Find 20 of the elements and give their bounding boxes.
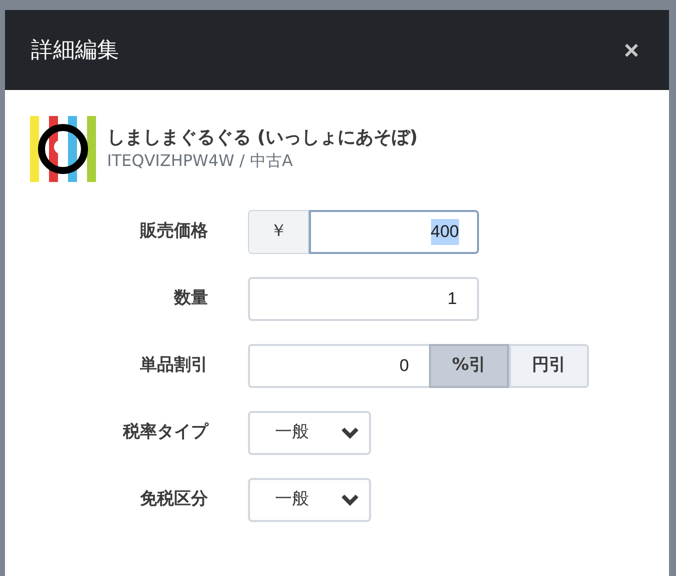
product-thumbnail bbox=[30, 116, 96, 182]
discount-input[interactable]: 0 bbox=[248, 344, 429, 388]
price-input[interactable]: 400 bbox=[309, 210, 479, 254]
close-button[interactable]: × bbox=[624, 37, 639, 63]
dialog-title: 詳細編集 bbox=[31, 36, 119, 64]
select-dropdown[interactable]: 一般 bbox=[248, 478, 371, 522]
product-name: しましまぐるぐる (いっしょにあそぼ) bbox=[107, 126, 418, 150]
chevron-down-icon bbox=[341, 427, 359, 439]
quantity-input[interactable]: 1 bbox=[248, 277, 479, 321]
discount-type-button[interactable]: 円引 bbox=[509, 344, 589, 388]
chevron-down-icon bbox=[341, 494, 359, 506]
currency-prefix: ￥ bbox=[248, 210, 309, 254]
discount-type-button[interactable]: %引 bbox=[429, 344, 509, 388]
field-label: 販売価格 bbox=[138, 220, 208, 244]
field-label: 単品割引 bbox=[139, 354, 208, 378]
field-label: 数量 bbox=[172, 287, 208, 310]
product-code: ITEQVIZHPW4W / 中古A bbox=[107, 150, 294, 172]
select-dropdown[interactable]: 一般 bbox=[248, 411, 371, 455]
field-label: 税率タイプ bbox=[122, 421, 208, 444]
field-label: 免税区分 bbox=[139, 488, 208, 512]
